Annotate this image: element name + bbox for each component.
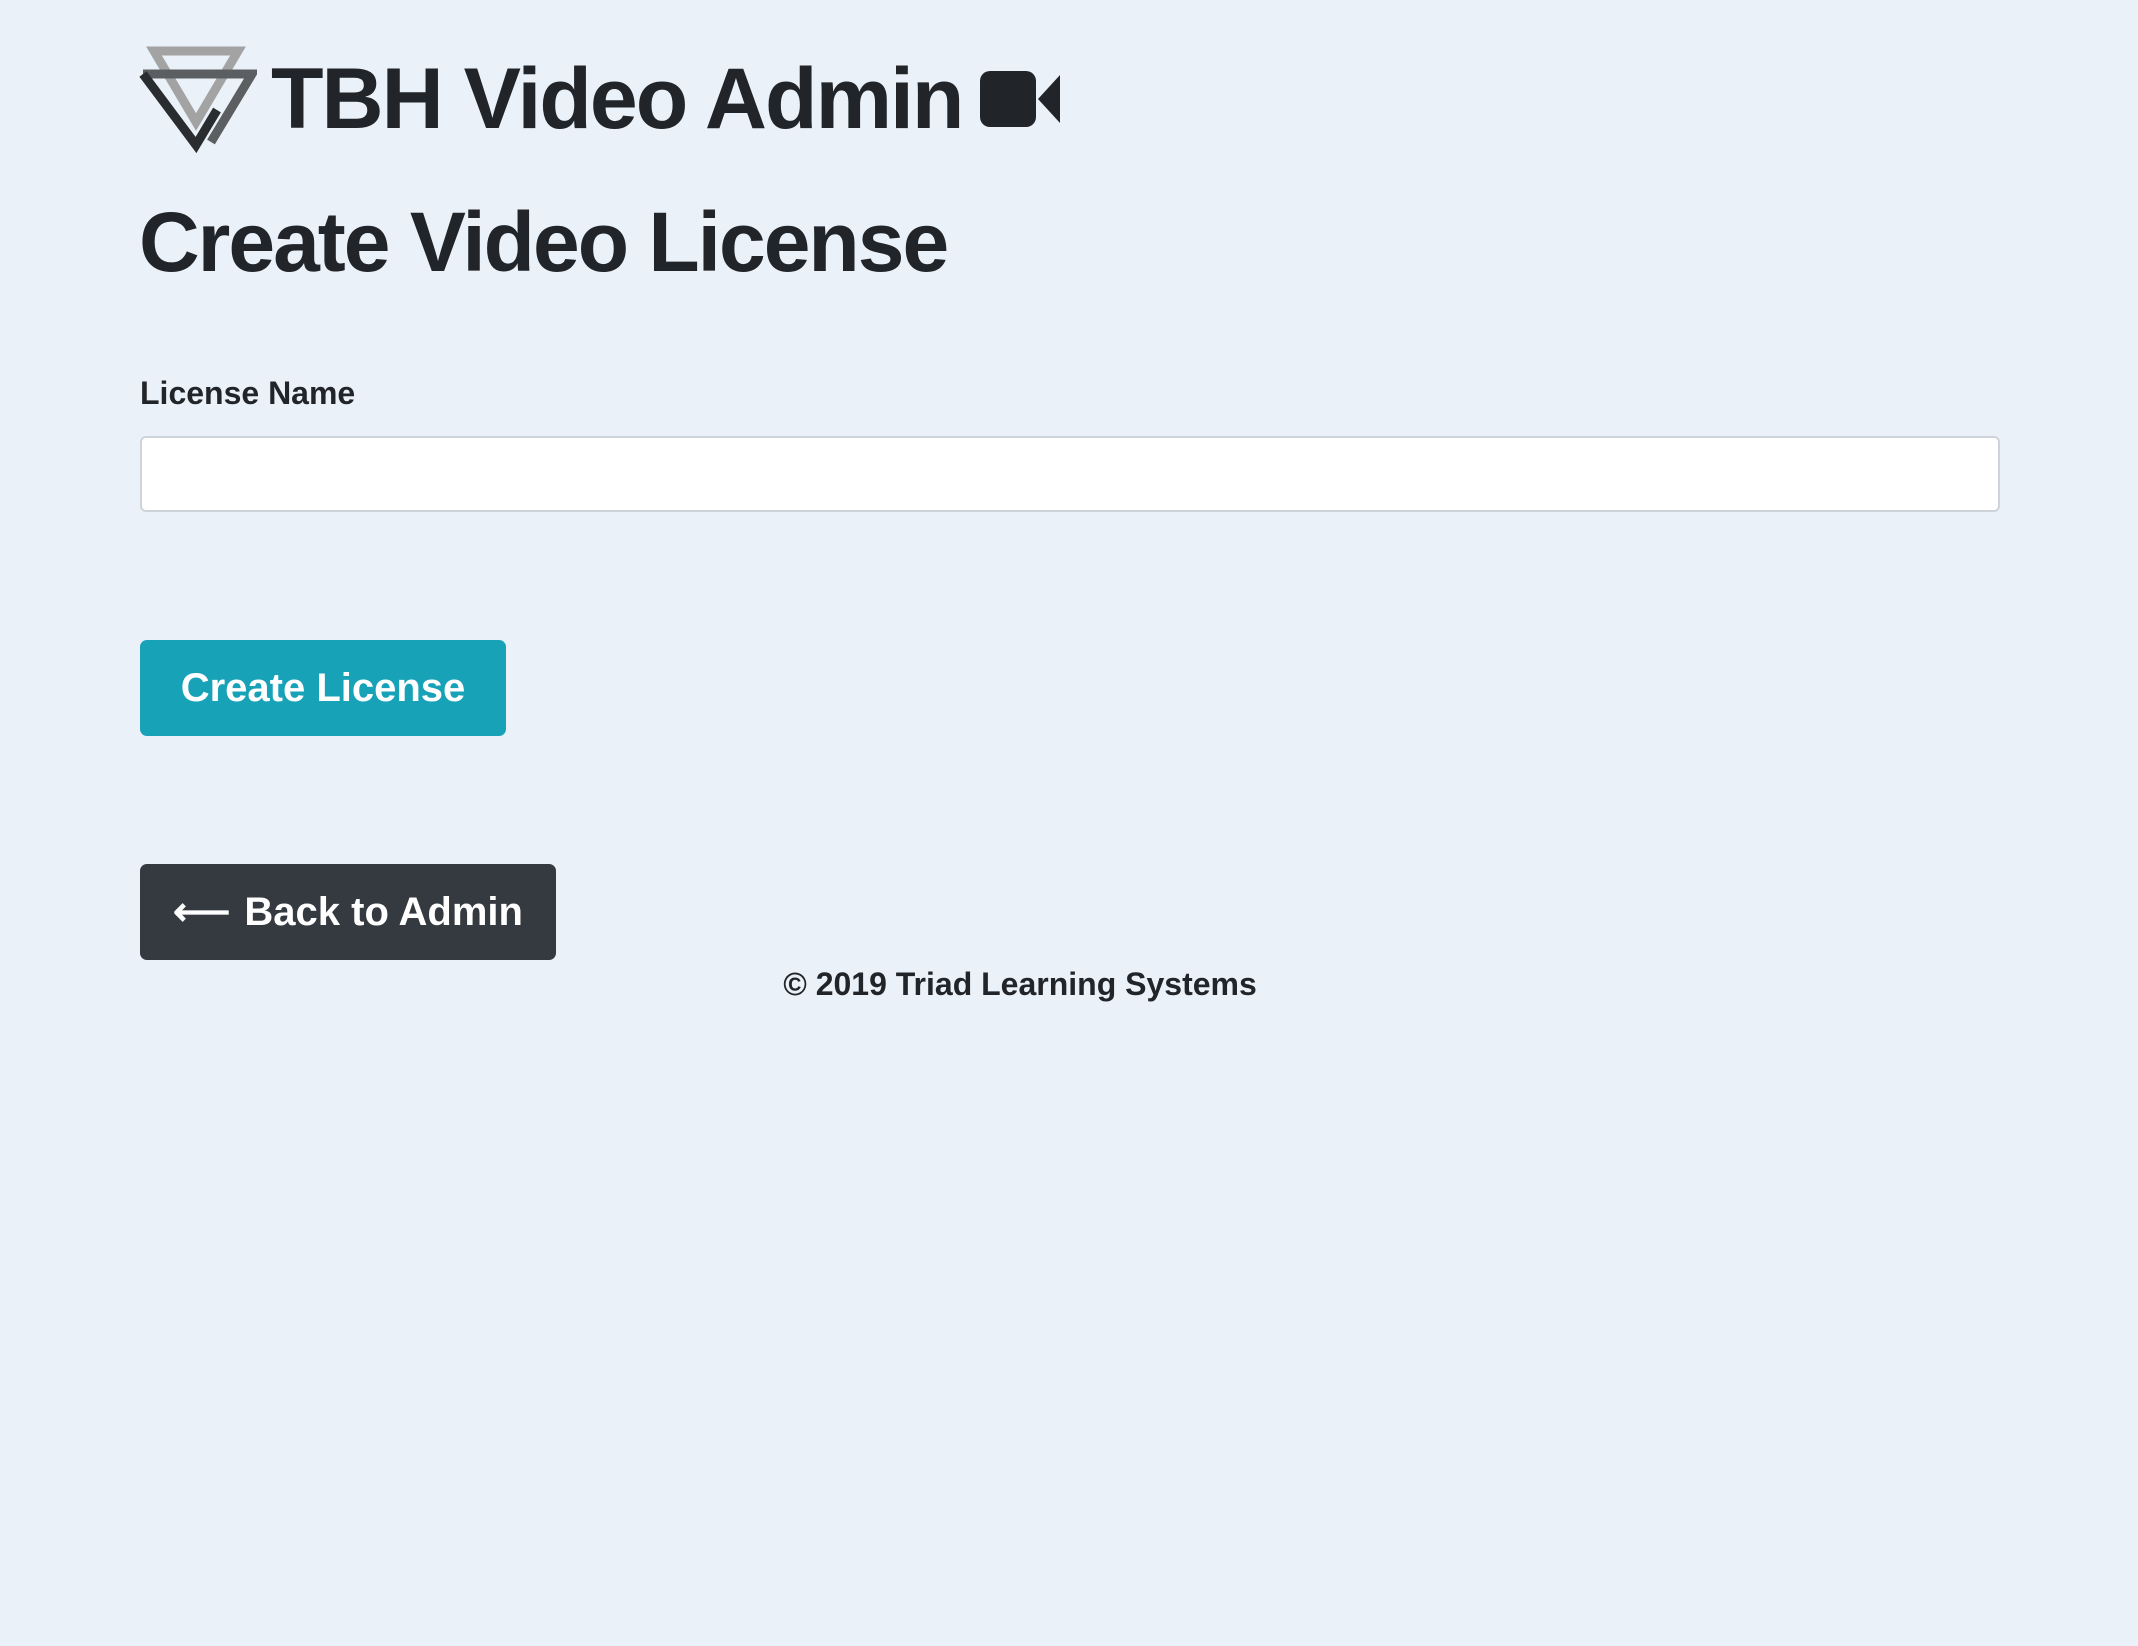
- create-license-button-label: Create License: [180, 665, 466, 710]
- create-license-button[interactable]: Create License: [140, 640, 506, 736]
- back-to-admin-label: Back to Admin: [244, 889, 523, 934]
- triad-logo-icon: [139, 46, 257, 154]
- footer-copyright: © 2019 Triad Learning Systems: [783, 966, 1257, 1002]
- video-camera-icon: [980, 71, 1061, 127]
- site-header: TBH Video Admin: [139, 44, 1062, 154]
- license-name-input[interactable]: [140, 436, 2000, 512]
- back-to-admin-button[interactable]: ⟵ Back to Admin: [140, 864, 556, 960]
- page-title: Create Video License: [139, 195, 949, 289]
- left-arrow-icon: ⟵: [173, 890, 231, 934]
- app-title: TBH Video Admin: [271, 51, 964, 147]
- license-name-label: License Name: [140, 375, 356, 411]
